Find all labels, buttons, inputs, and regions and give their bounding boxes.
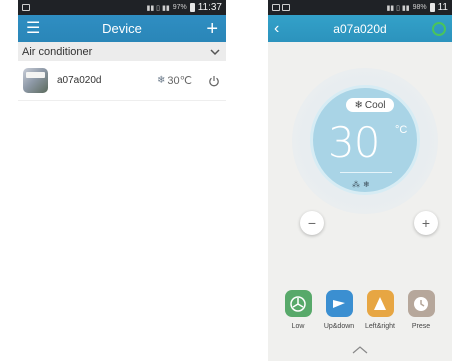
function-label: Up&down	[323, 323, 355, 330]
device-control-screen: ▮▮ ▯ ▮▮ 98% 11 ‹ a07a020d ❄ Cool 30 °C ⁂…	[268, 0, 452, 361]
power-toggle[interactable]	[432, 21, 446, 36]
chevron-down-icon[interactable]	[210, 47, 220, 57]
fan-speed-icon[interactable]	[284, 290, 312, 317]
device-list-screen: ▮▮ ▯ ▮▮ 97% 11:37 ☰ Device + Air conditi…	[18, 0, 226, 361]
power-icon[interactable]	[208, 75, 220, 87]
status-bar: ▮▮ ▯ ▮▮ 98% 11	[268, 0, 452, 15]
device-thumbnail	[23, 68, 48, 93]
mode-label: Cool	[364, 99, 386, 111]
device-row[interactable]: a07a020d ❄ 30℃	[18, 61, 226, 101]
menu-icon[interactable]: ☰	[26, 20, 40, 37]
dial-divider	[340, 172, 392, 173]
notification-icon	[22, 4, 30, 11]
device-title: a07a020d	[333, 21, 387, 36]
temperature-unit: °C	[395, 124, 408, 136]
clock-icon[interactable]	[407, 290, 435, 317]
function-row: Low Up&down Left&right Prese	[282, 290, 437, 330]
signal-icons: ▮▮ ▯ ▮▮	[146, 4, 170, 12]
status-time: 11:37	[197, 2, 222, 13]
fan-icon: ⁂	[352, 180, 360, 189]
section-air-conditioner[interactable]: Air conditioner	[18, 42, 226, 61]
battery-percent: 98%	[412, 4, 427, 11]
signal-icons: ▮▮ ▯ ▮▮	[386, 4, 410, 12]
section-label: Air conditioner	[22, 45, 93, 58]
function-preset[interactable]: Prese	[405, 290, 437, 330]
function-leftright[interactable]: Left&right	[364, 290, 396, 330]
page-title: Device	[102, 21, 142, 36]
device-temperature: 30℃	[167, 75, 192, 87]
swing-updown-icon[interactable]	[325, 290, 353, 317]
battery-icon	[429, 3, 435, 12]
snowflake-icon: ❄	[354, 99, 363, 111]
function-low[interactable]: Low	[282, 290, 314, 330]
status-bar: ▮▮ ▯ ▮▮ 97% 11:37	[18, 0, 226, 15]
notification-icon	[282, 4, 290, 11]
function-label: Prese	[411, 323, 431, 330]
device-name: a07a020d	[57, 75, 102, 86]
decrease-temp-button[interactable]: −	[300, 211, 324, 235]
chevron-up-icon[interactable]	[352, 346, 368, 354]
mode-chip[interactable]: ❄ Cool	[346, 98, 394, 112]
app-bar: ☰ Device +	[18, 15, 226, 42]
back-arrow-icon[interactable]: ‹	[274, 20, 279, 38]
dial-status-icons: ⁂ ❄	[352, 180, 370, 189]
status-time: 11	[437, 2, 448, 13]
snowflake-icon: ❄	[363, 180, 370, 189]
function-label: Left&right	[365, 323, 395, 330]
temperature-value: 30	[328, 118, 380, 167]
device-status: ❄ 30℃	[157, 74, 192, 87]
snowflake-icon: ❄	[157, 75, 166, 86]
battery-percent: 97%	[172, 4, 187, 11]
function-label: Low	[291, 323, 305, 330]
battery-icon	[189, 3, 195, 12]
function-updown[interactable]: Up&down	[323, 290, 355, 330]
notification-icon	[272, 4, 280, 11]
swing-leftright-icon[interactable]	[366, 290, 394, 317]
increase-temp-button[interactable]: +	[414, 211, 438, 235]
app-bar: ‹ a07a020d	[268, 15, 452, 42]
plus-icon[interactable]: +	[206, 19, 218, 39]
